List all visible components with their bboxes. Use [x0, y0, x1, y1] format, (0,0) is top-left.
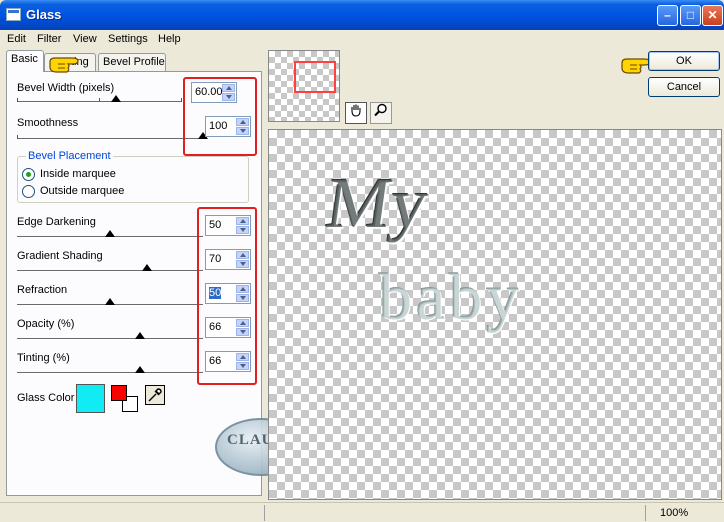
glass-color-swatch[interactable] [76, 384, 105, 413]
tab-basic[interactable]: Basic [6, 50, 44, 72]
zoom-level: 100% [660, 507, 689, 519]
glass-color-label: Glass Color [17, 392, 75, 404]
menu-settings[interactable]: Settings [108, 33, 148, 45]
preview-canvas[interactable]: My baby [268, 129, 722, 500]
bevel-placement-legend: Bevel Placement [26, 150, 113, 162]
window-title: Glass [26, 7, 62, 22]
inside-marquee-radio[interactable] [22, 168, 35, 181]
refraction-label: Refraction [17, 284, 68, 296]
opacity-slider-thumb[interactable] [134, 332, 145, 339]
window-icon [6, 8, 21, 21]
maximize-button[interactable]: □ [680, 5, 701, 26]
inside-marquee-label[interactable]: Inside marquee [40, 168, 116, 180]
pan-hand-tool[interactable] [345, 102, 367, 124]
navigator-thumbnail[interactable] [268, 50, 340, 122]
bevel-width-slider[interactable] [17, 95, 182, 103]
eyedropper-button[interactable] [145, 385, 165, 405]
foreground-color-swatch[interactable] [111, 385, 127, 401]
outside-marquee-label[interactable]: Outside marquee [40, 185, 124, 197]
highlight-box-bottom [197, 207, 257, 385]
edge-darkening-slider-thumb[interactable] [105, 230, 115, 237]
ok-button[interactable]: OK [648, 51, 720, 71]
minimize-button[interactable]: – [657, 5, 678, 26]
smoothness-label: Smoothness [17, 117, 79, 129]
bevel-width-slider-thumb[interactable] [111, 95, 121, 102]
opacity-slider[interactable] [17, 332, 203, 340]
bevel-width-label: Bevel Width (pixels) [17, 82, 115, 94]
pointing-hand-icon [49, 57, 79, 73]
preview-text-my: My [321, 163, 433, 243]
menu-view[interactable]: View [73, 33, 97, 45]
edge-darkening-label: Edge Darkening [17, 216, 96, 228]
gradient-shading-label: Gradient Shading [17, 250, 103, 262]
tinting-label: Tinting (%) [17, 352, 70, 364]
tab-bevel-profile[interactable]: Bevel Profile [98, 53, 166, 71]
smoothness-slider[interactable] [17, 132, 208, 140]
title-bar: Glass – □ ✕ [0, 0, 724, 30]
gradient-shading-slider[interactable] [17, 264, 203, 272]
magnifier-icon [374, 103, 387, 117]
gradient-shading-slider-thumb[interactable] [142, 264, 153, 271]
zoom-tool[interactable] [370, 102, 392, 124]
opacity-label: Opacity (%) [17, 318, 75, 330]
highlight-box-top [183, 77, 257, 156]
navigator-viewport-rect[interactable] [294, 61, 336, 93]
menu-filter[interactable]: Filter [37, 33, 61, 45]
status-bar: 100% [0, 502, 724, 522]
hand-icon [351, 104, 361, 117]
refraction-slider-thumb[interactable] [105, 298, 115, 305]
refraction-slider[interactable] [17, 298, 203, 306]
menu-edit[interactable]: Edit [7, 33, 26, 45]
bevel-placement-group: Bevel Placement Inside marquee Outside m… [17, 150, 249, 203]
tinting-slider-thumb[interactable] [134, 366, 145, 373]
eyedropper-icon [148, 388, 162, 402]
preview-text-baby: baby [379, 261, 524, 334]
cancel-button[interactable]: Cancel [648, 77, 720, 97]
edge-darkening-slider[interactable] [17, 230, 203, 238]
close-button[interactable]: ✕ [702, 5, 723, 26]
outside-marquee-radio[interactable] [22, 185, 35, 198]
menu-bar: Edit Filter View Settings Help [0, 30, 724, 48]
menu-help[interactable]: Help [158, 33, 181, 45]
tinting-slider[interactable] [17, 366, 203, 374]
